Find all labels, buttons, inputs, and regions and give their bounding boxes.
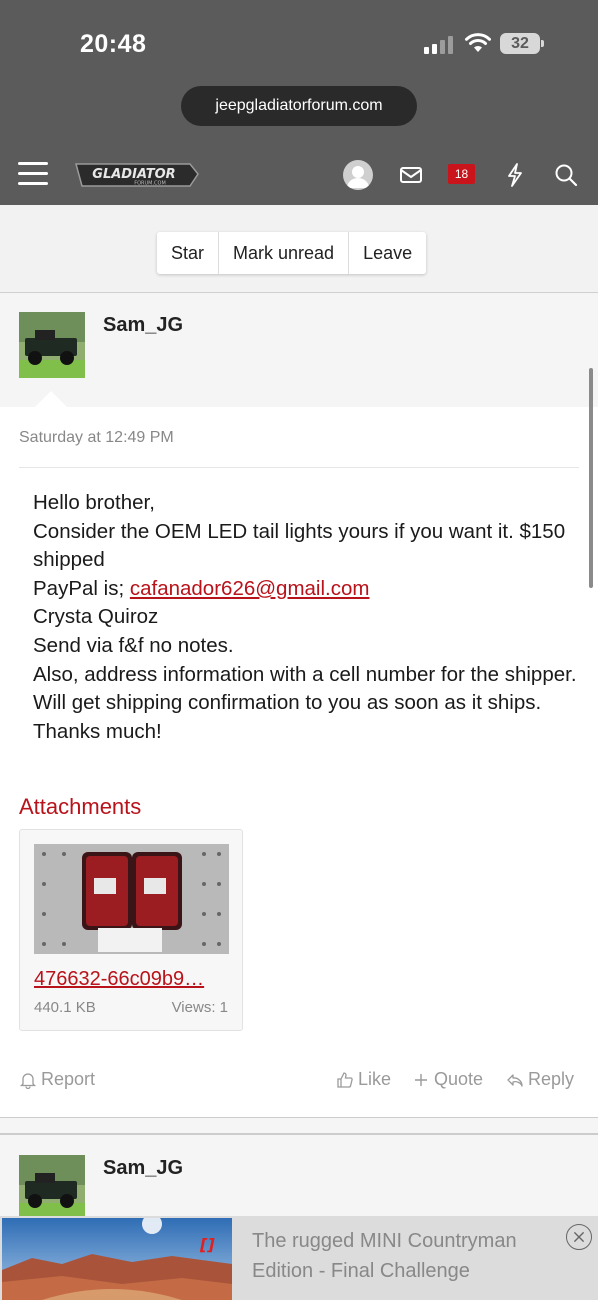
quote-button[interactable]: Quote bbox=[412, 1069, 483, 1090]
bell-icon bbox=[19, 1072, 37, 1089]
reply-button[interactable]: Reply bbox=[506, 1069, 574, 1090]
status-time: 20:48 bbox=[80, 30, 147, 58]
reply-label: Reply bbox=[528, 1069, 575, 1089]
body-line: PayPal is; cafanador626@gmail.com bbox=[33, 575, 578, 604]
ad-image[interactable]: [] bbox=[2, 1218, 232, 1300]
paypal-label: PayPal is; bbox=[33, 576, 130, 600]
inbox-icon[interactable] bbox=[398, 162, 424, 188]
thread-controls: Star Mark unread Leave bbox=[0, 205, 598, 293]
alerts-badge[interactable]: 18 bbox=[448, 164, 475, 184]
top-chrome: 20:48 32 jeepgladiatorforum.com GLADIATO… bbox=[0, 0, 598, 205]
lightning-icon[interactable] bbox=[502, 162, 528, 188]
ad-banner[interactable]: [] The rugged MINI Countryman Edition - … bbox=[0, 1216, 598, 1300]
close-icon[interactable] bbox=[566, 1224, 592, 1250]
post-date[interactable]: Saturday at 12:49 PM bbox=[19, 429, 174, 447]
attachment-views: Views: 1 bbox=[171, 999, 228, 1016]
thread-button-group: Star Mark unread Leave bbox=[157, 232, 427, 274]
post-author[interactable]: Sam_JG bbox=[103, 1157, 183, 1180]
battery-indicator: 32 bbox=[500, 33, 544, 54]
wifi-icon bbox=[465, 33, 491, 52]
ad-text[interactable]: The rugged MINI Countryman Edition - Fin… bbox=[252, 1226, 552, 1286]
search-icon[interactable] bbox=[553, 162, 579, 188]
scrollbar[interactable] bbox=[589, 368, 593, 588]
reply-icon bbox=[507, 1073, 523, 1087]
logo-subtext: FORUM.COM bbox=[134, 181, 166, 187]
avatar[interactable] bbox=[19, 1155, 85, 1221]
like-button[interactable]: Like bbox=[336, 1069, 391, 1090]
report-button[interactable]: Report bbox=[19, 1069, 95, 1090]
message-post: Sam_JG Saturday at 12:49 PM Hello brothe… bbox=[0, 293, 598, 1118]
post-author[interactable]: Sam_JG bbox=[103, 314, 183, 337]
divider bbox=[19, 467, 579, 468]
email-link[interactable]: cafanador626@gmail.com bbox=[130, 577, 370, 600]
post-header: Sam_JG bbox=[0, 293, 598, 408]
leave-button[interactable]: Leave bbox=[349, 232, 427, 274]
cellular-signal-icon bbox=[424, 34, 454, 54]
user-avatar[interactable] bbox=[343, 160, 373, 190]
mark-unread-button[interactable]: Mark unread bbox=[219, 232, 350, 274]
menu-icon[interactable] bbox=[18, 162, 48, 186]
attachment-size: 440.1 KB bbox=[34, 999, 96, 1016]
avatar[interactable] bbox=[19, 312, 85, 378]
plus-icon bbox=[415, 1073, 427, 1086]
attachments-heading: Attachments bbox=[19, 794, 142, 819]
body-line: Consider the OEM LED tail lights yours i… bbox=[33, 519, 566, 572]
like-label: Like bbox=[358, 1069, 392, 1089]
post-body: Hello brother, Consider the OEM LED tail… bbox=[33, 489, 578, 746]
forum-nav: GLADIATOR FORUM.COM 18 bbox=[0, 150, 598, 205]
thumbs-up-icon bbox=[337, 1071, 353, 1088]
attachment-card[interactable]: 476632-66c09b9… 440.1 KB Views: 1 bbox=[19, 829, 243, 1031]
attachment-filename[interactable]: 476632-66c09b9… bbox=[34, 968, 229, 991]
svg-text:[]: [] bbox=[199, 1235, 215, 1254]
address-bar[interactable]: jeepgladiatorforum.com bbox=[181, 86, 417, 126]
attachment-thumbnail[interactable] bbox=[34, 844, 229, 954]
report-label: Report bbox=[41, 1069, 96, 1089]
header-arrow bbox=[34, 391, 68, 408]
body-line: Thanks much! bbox=[33, 719, 162, 743]
body-line: Also, address information with a cell nu… bbox=[33, 662, 577, 715]
site-logo[interactable]: GLADIATOR FORUM.COM bbox=[72, 160, 200, 190]
quote-label: Quote bbox=[434, 1069, 484, 1089]
star-button[interactable]: Star bbox=[157, 232, 220, 274]
body-line: Hello brother, bbox=[33, 491, 155, 514]
body-line: Crysta Quiroz bbox=[33, 605, 159, 629]
body-line: Send via f&f no notes. bbox=[33, 633, 234, 657]
